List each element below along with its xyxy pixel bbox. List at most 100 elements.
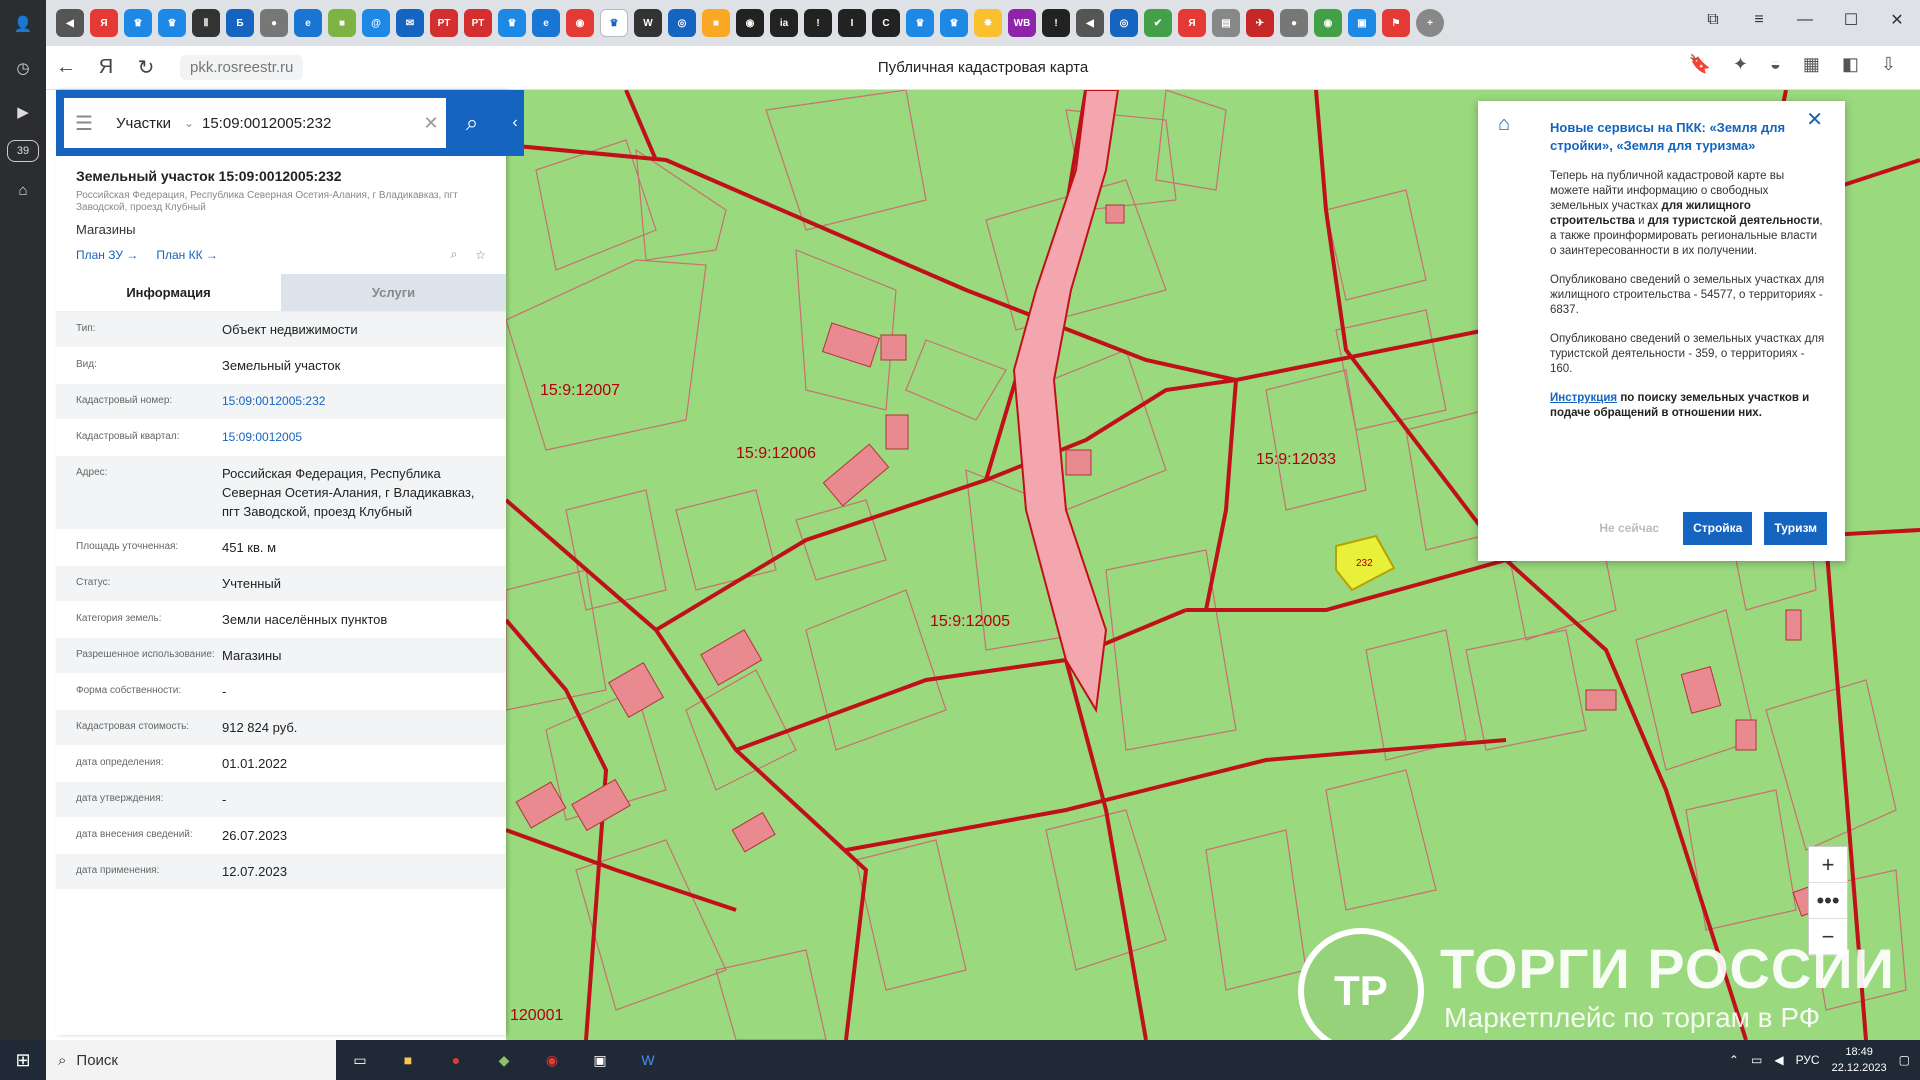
tab-icon[interactable]: ◎ (668, 9, 696, 37)
volume-icon[interactable]: ◀ (1774, 1053, 1783, 1067)
word-icon[interactable]: W (624, 1040, 672, 1080)
back-arrow-icon[interactable]: ← (46, 48, 86, 88)
taskbar-search[interactable]: ⌕ Поиск (46, 1040, 336, 1080)
minimize-icon[interactable]: — (1782, 0, 1828, 40)
watermark-logo-icon: ТР (1298, 928, 1424, 1054)
tab-icon[interactable]: ● (1280, 9, 1308, 37)
tab-icon[interactable]: ♛ (906, 9, 934, 37)
tab-icon[interactable]: ▤ (1212, 9, 1240, 37)
tab-icon[interactable]: @ (362, 9, 390, 37)
maximize-icon[interactable]: ☐ (1828, 0, 1874, 40)
tab-icon[interactable]: ia (770, 9, 798, 37)
yandex-browser-icon[interactable]: ● (432, 1040, 480, 1080)
close-icon[interactable]: ✕ (416, 113, 446, 134)
search-icon[interactable]: ⌕ (446, 98, 498, 148)
tab-icon[interactable]: ✈ (1246, 9, 1274, 37)
star-icon[interactable]: ☆ (475, 248, 486, 262)
cadastral-quarter-link[interactable]: 15:09:0012005 (222, 428, 486, 447)
tab-icon[interactable]: РТ (430, 9, 458, 37)
tab-icon[interactable]: ♛ (124, 9, 152, 37)
close-window-icon[interactable]: ✕ (1874, 0, 1920, 40)
tab-icon[interactable]: C (872, 9, 900, 37)
tab-icon[interactable]: I (838, 9, 866, 37)
close-icon[interactable]: ✕ (1806, 110, 1823, 130)
tab-icon[interactable]: ◀ (1076, 9, 1104, 37)
tab-icon[interactable]: ▣ (1348, 9, 1376, 37)
tab-icon[interactable]: e (294, 9, 322, 37)
tab-icon[interactable]: Я (90, 9, 118, 37)
media-icon[interactable]: ▶ (7, 96, 39, 128)
refresh-icon[interactable]: ↻ (126, 48, 166, 88)
tab-icon[interactable]: ♛ (940, 9, 968, 37)
tab-icon[interactable]: ✔ (1144, 9, 1172, 37)
explorer-icon[interactable]: ■ (384, 1040, 432, 1080)
tab-icon[interactable]: ■ (328, 9, 356, 37)
camera-icon[interactable]: ⌂ (7, 174, 39, 206)
plan-kk-link[interactable]: План КК → (156, 248, 218, 262)
tab-icon[interactable]: ◉ (566, 9, 594, 37)
bookmark-window-icon[interactable]: ⧉ (1690, 0, 1736, 40)
tab-icon[interactable]: ● (260, 9, 288, 37)
tab-services[interactable]: Услуги (281, 274, 506, 311)
new-tab-icon[interactable]: + (1416, 9, 1444, 37)
zoom-in-icon[interactable]: + (1809, 847, 1847, 883)
search-input[interactable] (202, 114, 416, 132)
notification-icon[interactable]: ▢ (1899, 1053, 1910, 1067)
tourism-button[interactable]: Туризм (1764, 512, 1827, 545)
info-table: Тип: Объект недвижимости Вид: Земельный уч… (56, 312, 506, 890)
yandex-icon[interactable]: Я (86, 48, 126, 88)
tab-icon[interactable]: e (532, 9, 560, 37)
bookmark-icon[interactable]: 🔖 (1688, 54, 1710, 75)
tab-icon[interactable]: ■ (702, 9, 730, 37)
tray-up-icon[interactable]: ⌃ (1729, 1053, 1739, 1067)
app-icon[interactable]: ◆ (480, 1040, 528, 1080)
network-icon[interactable]: ▭ (1751, 1053, 1762, 1067)
sound-tab-icon[interactable]: ◀ (56, 9, 84, 37)
category-select[interactable]: Участки (104, 115, 184, 132)
tab-icon[interactable]: WB (1008, 9, 1036, 37)
instruction-link[interactable]: Инструкция (1550, 392, 1617, 404)
task-view-icon[interactable]: ▭ (336, 1040, 384, 1080)
collapse-panel-icon[interactable]: ‹ (506, 90, 524, 156)
tab-icon[interactable]: Ⅱ (192, 9, 220, 37)
active-tab-icon[interactable]: ♛ (600, 9, 628, 37)
language-indicator[interactable]: РУС (1796, 1053, 1820, 1067)
profile-icon[interactable]: 👤 (7, 8, 39, 40)
app-icon[interactable]: ▣ (576, 1040, 624, 1080)
tab-icon[interactable]: W (634, 9, 662, 37)
chevron-down-icon[interactable]: ⌄ (184, 116, 202, 130)
tab-icon[interactable]: Я (1178, 9, 1206, 37)
tab-icon[interactable]: ◎ (1110, 9, 1138, 37)
extension-icon[interactable]: ✦ (1733, 54, 1748, 75)
tab-icon[interactable]: ✉ (396, 9, 424, 37)
collections-icon[interactable]: ▦ (1803, 54, 1820, 75)
tab-icon[interactable]: ! (804, 9, 832, 37)
extension-icon[interactable]: ◒ (1770, 54, 1781, 75)
tabs-counter[interactable]: 39 (7, 140, 39, 162)
tab-icon[interactable]: РТ (464, 9, 492, 37)
burger-icon[interactable]: ☰ (64, 111, 104, 136)
download-icon[interactable]: ⇩ (1881, 54, 1896, 75)
clock[interactable]: 18:49 22.12.2023 (1832, 1044, 1887, 1076)
cadastral-number-link[interactable]: 15:09:0012005:232 (222, 392, 486, 411)
windows-start-icon[interactable]: ⊞ (0, 1040, 46, 1080)
build-button[interactable]: Стройка (1683, 512, 1753, 545)
tab-icon[interactable]: ⚑ (1382, 9, 1410, 37)
url-field[interactable]: pkk.rosreestr.ru (180, 55, 304, 80)
tab-icon[interactable]: ! (1042, 9, 1070, 37)
tab-info[interactable]: Информация (56, 274, 281, 311)
menu-icon[interactable]: ≡ (1736, 0, 1782, 40)
zoom-to-icon[interactable]: ⌕ (451, 247, 458, 262)
more-icon[interactable]: ••• (1809, 883, 1847, 919)
extension-icon[interactable]: ◧ (1842, 54, 1859, 75)
not-now-button[interactable]: Не сейчас (1587, 521, 1671, 536)
tab-icon[interactable]: ♛ (158, 9, 186, 37)
app-icon[interactable]: ◉ (528, 1040, 576, 1080)
history-icon[interactable]: ◷ (7, 52, 39, 84)
tab-icon[interactable]: ◉ (736, 9, 764, 37)
tab-icon[interactable]: ✸ (974, 9, 1002, 37)
plan-zu-link[interactable]: План ЗУ → (76, 248, 138, 262)
tab-icon[interactable]: ♛ (498, 9, 526, 37)
tab-icon[interactable]: Б (226, 9, 254, 37)
tab-icon[interactable]: ◉ (1314, 9, 1342, 37)
